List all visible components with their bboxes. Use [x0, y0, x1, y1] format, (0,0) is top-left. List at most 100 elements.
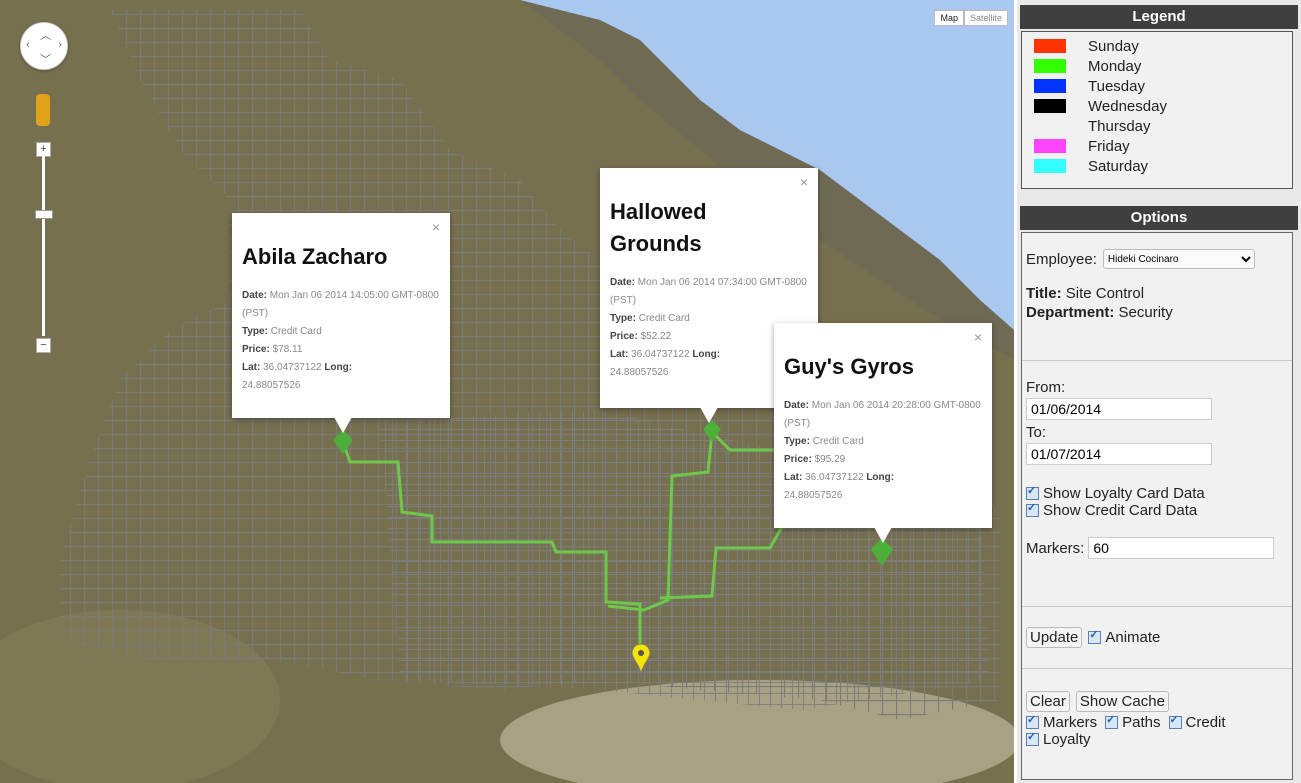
pan-right-icon[interactable]: › — [58, 39, 62, 51]
price-label: Price: — [242, 344, 270, 355]
date-label: Date: — [784, 400, 810, 411]
color-swatch — [1034, 59, 1066, 73]
loyalty-filter-label: Loyalty — [1043, 731, 1091, 748]
display-section: Clear Show Cache Markers Paths Credit Lo… — [1022, 669, 1292, 754]
info-window-title: Guy's Gyros — [784, 354, 914, 379]
map-type-satellite-button[interactable]: Satellite — [963, 10, 1008, 26]
type-value: Credit Card — [812, 436, 864, 447]
options-body: Employee: Hideki Cocinaro Title: Site Co… — [1021, 232, 1293, 780]
update-button[interactable]: Update — [1026, 627, 1083, 648]
department-value: Security — [1118, 304, 1173, 321]
zoom-in-button[interactable]: + — [36, 142, 51, 157]
color-swatch — [1034, 119, 1066, 133]
price-value: $78.11 — [272, 344, 303, 355]
info-window-title: Hallowed Grounds — [610, 199, 707, 256]
employee-section: Employee: Hideki Cocinaro Title: Site Co… — [1022, 233, 1292, 361]
credit-checkbox-label: Show Credit Card Data — [1043, 502, 1198, 519]
legend-item-label: Sunday — [1088, 37, 1139, 55]
legend-item-label: Thursday — [1088, 117, 1151, 135]
info-window-guys-gyros: × Guy's Gyros Date: Mon Jan 06 2014 20:2… — [774, 323, 992, 543]
pan-down-icon[interactable]: ﹀ — [40, 51, 51, 67]
color-swatch — [1034, 139, 1066, 153]
markers-count-label: Markers: — [1026, 539, 1085, 557]
pan-up-icon[interactable]: ︿ — [40, 27, 51, 43]
markers-filter-checkbox[interactable] — [1026, 713, 1039, 729]
lat-label: Lat: — [610, 349, 629, 360]
close-icon[interactable]: × — [974, 329, 982, 345]
from-date-input[interactable] — [1026, 398, 1212, 420]
long-label: Long: — [692, 349, 721, 360]
long-label: Long: — [324, 362, 353, 373]
legend-item-label: Wednesday — [1088, 97, 1167, 115]
lat-label: Lat: — [242, 362, 261, 373]
animate-checkbox-label: Animate — [1105, 629, 1161, 646]
price-value: $95.29 — [814, 454, 846, 465]
legend-item: Sunday — [1022, 36, 1292, 56]
close-icon[interactable]: × — [800, 174, 808, 190]
color-swatch — [1034, 159, 1066, 173]
legend-item: Saturday — [1022, 156, 1292, 176]
color-swatch — [1034, 39, 1066, 53]
legend-item: Wednesday — [1022, 96, 1292, 116]
date-value: Mon Jan 06 2014 14:05:00 GMT-0800 (PST) — [242, 290, 439, 319]
pan-control[interactable]: ︿ ﹀ ‹ › — [20, 22, 68, 70]
employee-label: Employee: — [1026, 250, 1097, 268]
color-swatch — [1034, 99, 1066, 113]
map-type-control: Map Satellite — [934, 10, 1008, 26]
options-panel: Options Employee: Hideki Cocinaro Title:… — [1017, 201, 1301, 780]
credit-checkbox[interactable] — [1026, 501, 1039, 517]
date-filter-section: From: To: Show Loyalty Card Data Show Cr… — [1022, 361, 1292, 607]
sidebar: Legend Sunday Monday Tuesday Wednesday T… — [1017, 0, 1301, 783]
to-date-input[interactable] — [1026, 443, 1212, 465]
loyalty-filter-checkbox[interactable] — [1026, 730, 1039, 746]
date-label: Date: — [242, 290, 268, 301]
update-section: Update Animate — [1022, 607, 1292, 669]
home-pin-icon[interactable] — [630, 642, 652, 678]
long-value: 24.88057526 — [242, 380, 301, 391]
loyalty-checkbox[interactable] — [1026, 484, 1039, 500]
map-type-map-button[interactable]: Map — [934, 10, 964, 26]
street-view-pegman-icon[interactable] — [36, 94, 50, 126]
employee-select[interactable]: Hideki Cocinaro — [1102, 249, 1255, 269]
credit-filter-checkbox[interactable] — [1168, 713, 1182, 729]
lat-label: Lat: — [784, 472, 803, 483]
map-canvas[interactable]: Map Satellite ︿ ﹀ ‹ › + − × Abila Zachar… — [0, 0, 1014, 783]
lat-value: 36.04737122 — [631, 349, 690, 360]
legend-item: Thursday — [1022, 116, 1292, 136]
pan-left-icon[interactable]: ‹ — [26, 39, 30, 51]
legend-item: Friday — [1022, 136, 1292, 156]
color-swatch — [1034, 79, 1066, 93]
type-value: Credit Card — [270, 326, 322, 337]
type-label: Type: — [784, 436, 810, 447]
legend-title: Legend — [1020, 5, 1298, 29]
date-value: Mon Jan 06 2014 20:28:00 GMT-0800 (PST) — [784, 400, 981, 429]
zoom-slider-handle[interactable] — [35, 210, 53, 219]
options-title: Options — [1020, 206, 1298, 230]
paths-filter-checkbox[interactable] — [1105, 713, 1119, 729]
loyalty-checkbox-label: Show Loyalty Card Data — [1043, 485, 1205, 502]
legend-item: Monday — [1022, 56, 1292, 76]
legend-panel: Legend Sunday Monday Tuesday Wednesday T… — [1017, 0, 1301, 196]
zoom-out-button[interactable]: − — [36, 338, 51, 353]
type-label: Type: — [242, 326, 268, 337]
legend-item-label: Tuesday — [1088, 77, 1145, 95]
close-icon[interactable]: × — [432, 219, 440, 235]
paths-filter-label: Paths — [1122, 714, 1161, 731]
show-cache-button[interactable]: Show Cache — [1075, 691, 1169, 712]
title-value: Site Control — [1065, 285, 1145, 302]
date-value: Mon Jan 06 2014 07:34:00 GMT-0800 (PST) — [610, 277, 807, 306]
zoom-control: + − — [33, 140, 53, 355]
clear-button[interactable]: Clear — [1026, 691, 1070, 712]
markers-count-input[interactable] — [1088, 537, 1275, 559]
title-label: Title: — [1026, 285, 1062, 302]
markers-filter-label: Markers — [1043, 714, 1098, 731]
department-label: Department: — [1026, 304, 1115, 321]
type-label: Type: — [610, 313, 636, 324]
legend-list: Sunday Monday Tuesday Wednesday Thursday… — [1021, 31, 1293, 189]
lat-value: 36.04737122 — [263, 362, 322, 373]
zoom-slider-track[interactable] — [42, 156, 45, 336]
price-label: Price: — [784, 454, 812, 465]
animate-checkbox[interactable] — [1088, 628, 1102, 644]
long-label: Long: — [866, 472, 895, 483]
long-value: 24.88057526 — [610, 367, 669, 378]
